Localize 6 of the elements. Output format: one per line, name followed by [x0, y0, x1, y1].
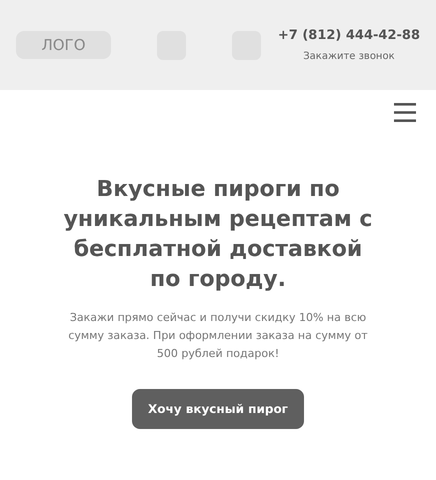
hero-heading: Вкусные пироги по уникальным рецептам с бесплатной доставкой по городу.	[62, 176, 374, 294]
phone-link[interactable]: +7 (812) 444-42-88	[278, 26, 420, 46]
menu-icon[interactable]	[394, 103, 416, 122]
order-button[interactable]: Хочу вкусный пирог	[132, 389, 304, 429]
hero-text: Закажи прямо сейчас и получи скидку 10% на всю сумму заказа. При оформлении заказа на сумму от 500 рублей подарок!	[68, 310, 368, 362]
callback-link[interactable]: Закажите звонок	[303, 49, 395, 64]
